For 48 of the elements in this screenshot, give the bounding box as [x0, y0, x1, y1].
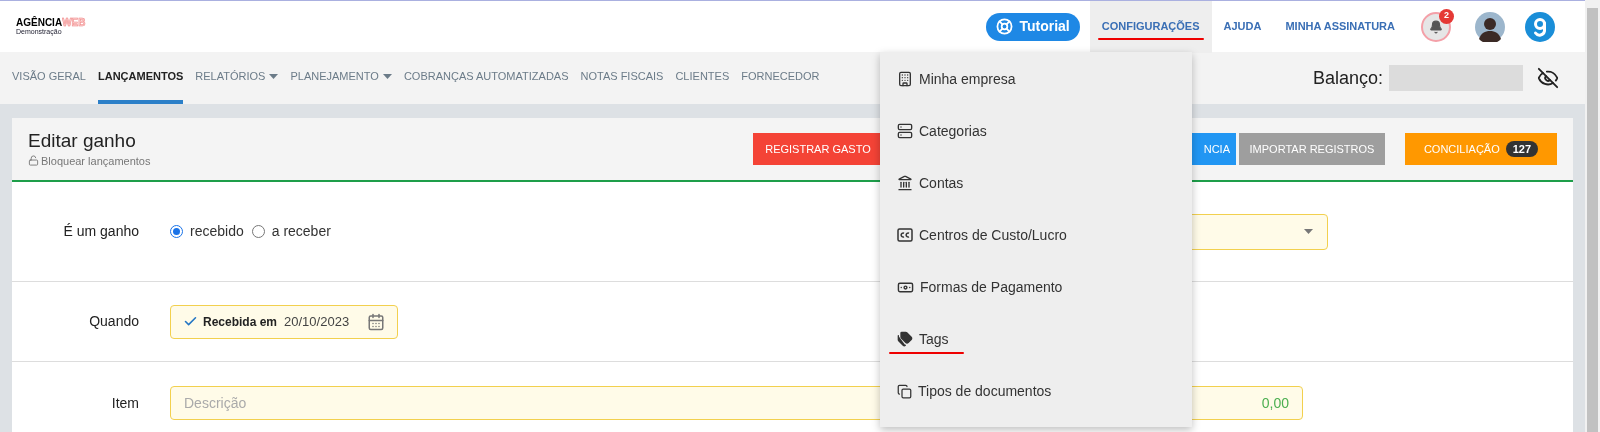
action-button[interactable]: REGISTRAR GASTO — [753, 133, 883, 165]
menu-item[interactable]: Centros de Custo/Lucro — [880, 209, 1192, 261]
building-icon — [897, 71, 913, 87]
page-title: Editar ganho — [28, 128, 137, 153]
menu-item[interactable]: Minha empresa — [880, 53, 1192, 105]
field-label: Item — [110, 394, 139, 413]
bank-icon — [897, 175, 913, 191]
menu-item[interactable]: Categorias — [880, 105, 1192, 157]
notification-button[interactable]: 2 — [1421, 11, 1451, 42]
nav-tab[interactable]: FORNECEDOR — [741, 52, 820, 104]
top-nav-tab[interactable]: AJUDA — [1211, 0, 1274, 53]
menu-item[interactable]: Tags — [880, 313, 1192, 365]
scrollbar[interactable] — [1585, 0, 1600, 432]
nav-tab[interactable]: PLANEJAMENTO — [290, 52, 392, 104]
field-label: Quando — [88, 312, 139, 331]
nav-tab[interactable]: VISÃO GERAL — [12, 52, 86, 104]
tag-icon — [897, 331, 913, 347]
nav-tab[interactable]: RELATÓRIOS — [195, 52, 279, 104]
calendar-icon[interactable] — [367, 312, 385, 331]
nav-tab[interactable]: CLIENTES — [675, 52, 730, 104]
top-nav-tab[interactable]: CONFIGURAÇÕES — [1089, 0, 1212, 53]
app-logo-icon[interactable] — [1525, 11, 1555, 42]
menu-item[interactable]: Contas — [880, 157, 1192, 209]
eye-off-icon[interactable] — [1537, 67, 1559, 89]
balance-label: Balanço: — [1312, 66, 1383, 90]
nav-tab[interactable]: NOTAS FISCAIS — [580, 52, 664, 104]
avatar[interactable] — [1475, 11, 1505, 42]
tutorial-button[interactable]: Tutorial — [986, 12, 1080, 41]
count-badge: 127 — [1505, 140, 1539, 158]
server-icon — [897, 123, 913, 139]
copy-icon — [897, 383, 912, 399]
menu-item[interactable]: Formas de Pagamento — [880, 261, 1192, 313]
date-value: 20/10/2023 — [284, 312, 350, 331]
unlock-icon — [28, 155, 39, 167]
radio-option[interactable]: recebido — [170, 221, 244, 242]
nav-tab[interactable]: COBRANÇAS AUTOMATIZADAS — [403, 52, 569, 104]
radio-option[interactable]: a receber — [251, 221, 331, 242]
date-status: Recebida em — [203, 313, 278, 331]
lock-link[interactable]: Bloquear lançamentos — [28, 152, 151, 170]
top-nav-tab[interactable]: MINHA ASSINATURA — [1273, 0, 1407, 53]
lifebuoy-icon — [996, 18, 1014, 35]
action-button[interactable]: CONCILIAÇÃO 127 — [1405, 133, 1557, 165]
date-field[interactable]: Recebida em 20/10/2023 — [170, 304, 398, 339]
notification-badge: 2 — [1439, 8, 1454, 24]
field-label: É um ganho — [62, 222, 139, 241]
bell-icon — [1429, 19, 1443, 34]
cc-icon — [897, 228, 913, 242]
caret-icon — [1304, 229, 1313, 234]
